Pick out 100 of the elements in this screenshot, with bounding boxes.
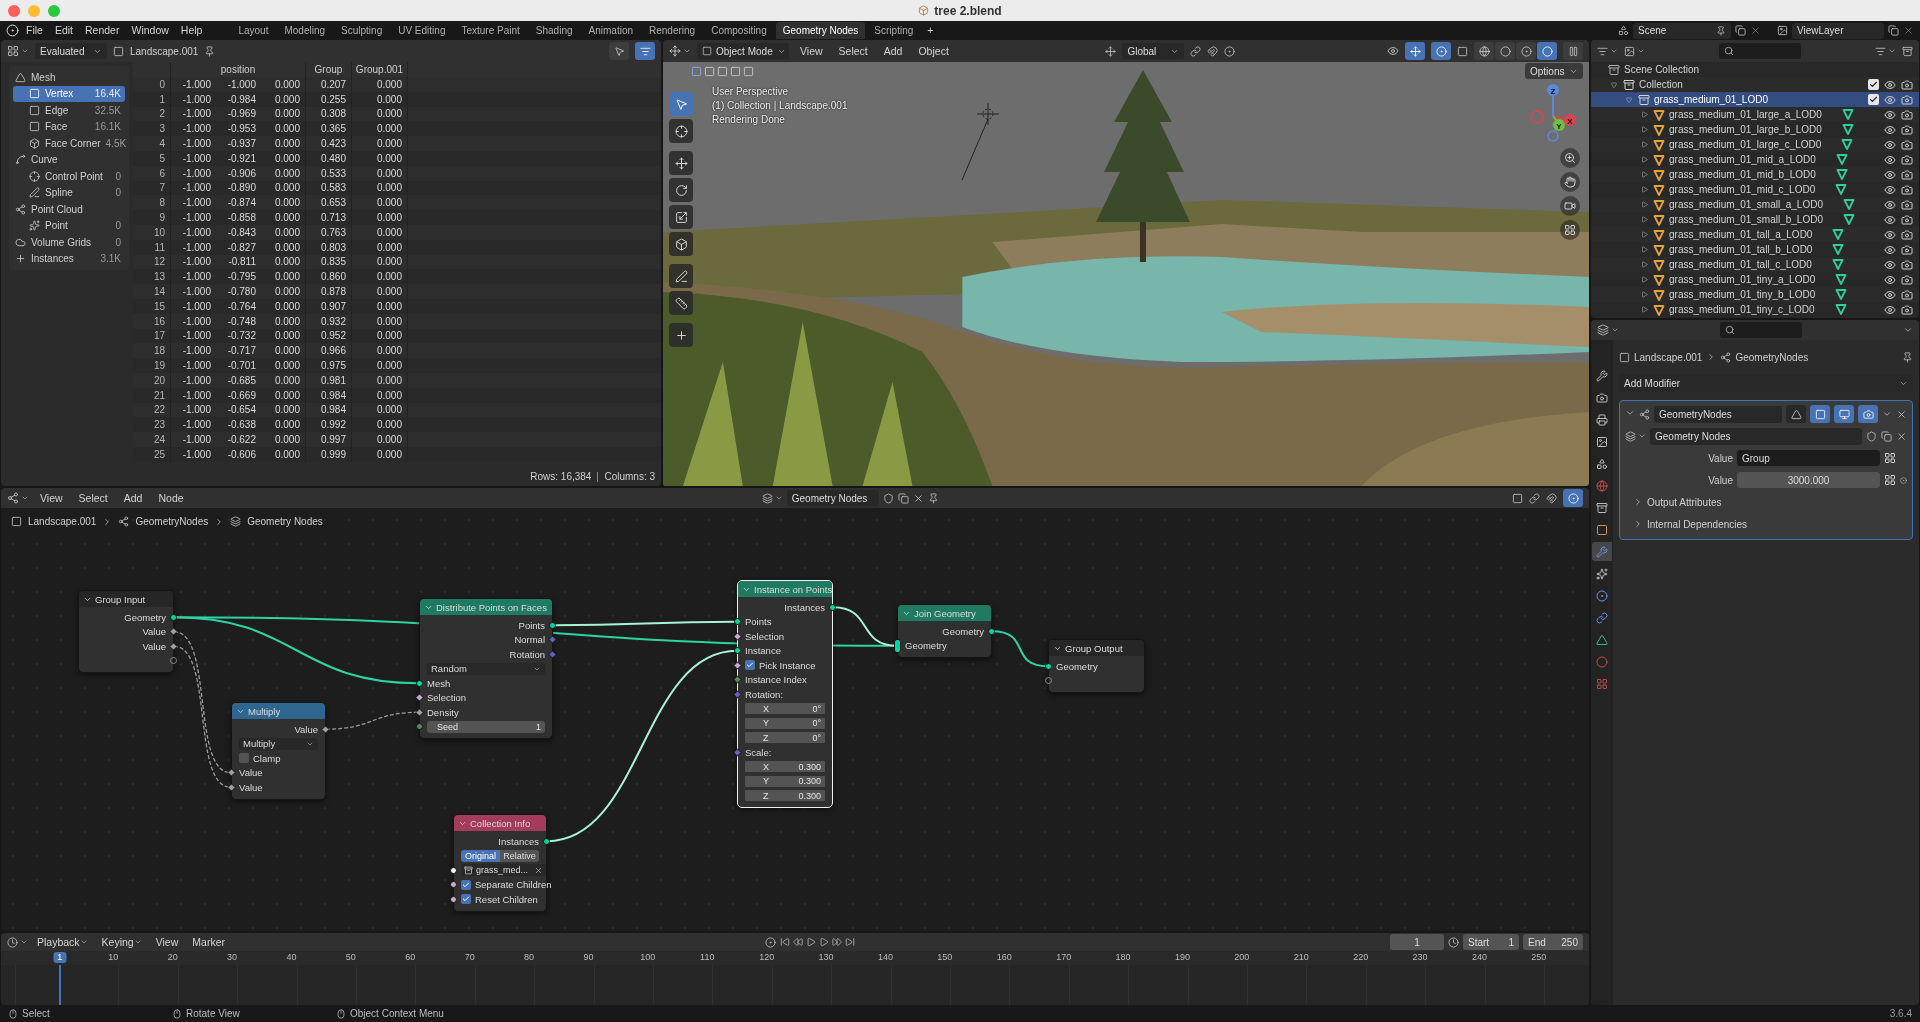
navigation-gizmo[interactable]: Z Y X [1523,80,1583,144]
number-field[interactable]: Seed 1 [427,720,545,733]
workspace-tab[interactable]: Animation [581,22,640,39]
domain-item[interactable]: Face 16.1K [13,118,125,135]
checkbox[interactable]: Clamp [239,752,281,764]
column-header[interactable]: Group [306,62,352,77]
dropdown[interactable]: Random [427,662,545,675]
menu-item[interactable]: Edit [49,22,78,39]
frame-number: 90 [582,952,595,963]
number-field[interactable]: Z 0.300 [745,790,825,802]
frame-number: 240 [1470,952,1488,963]
toggle-button[interactable]: Relative [500,849,539,862]
workspace-tab[interactable]: Sculpting [334,22,390,39]
breadcrumb-item[interactable]: Landscape.001 [1634,351,1703,363]
breadcrumb-item[interactable]: Landscape.001 [28,516,97,527]
number-field[interactable]: Z 0° [745,732,825,744]
add-modifier-dropdown[interactable]: Add Modifier [1619,374,1913,392]
domain-item[interactable]: Instances 3.1K [13,250,125,267]
domain-item[interactable]: Spline 0 [13,184,125,201]
socket-label: Value [239,767,263,779]
menu-item[interactable]: Window [126,22,174,39]
dropdown[interactable]: Multiply [239,737,318,750]
workspace-tab[interactable]: Texture Paint [454,22,527,39]
add-workspace-button[interactable]: + [922,22,939,39]
outliner-row[interactable]: grass_medium_01_LOD0 [1591,92,1919,107]
object-name: Landscape.001 [130,45,199,57]
number-field[interactable]: Y 0.300 [745,775,825,787]
frame-number: 60 [404,952,417,963]
number-field[interactable]: X 0.300 [745,761,825,773]
menu-item[interactable]: Select [73,489,113,507]
checkbox[interactable]: Reset Children [461,893,538,905]
number-field[interactable]: X 0° [745,703,825,715]
domain-item[interactable]: Control Point 0 [13,168,125,185]
frame-number: 120 [758,952,776,963]
socket-label: Value [142,626,166,638]
text-field[interactable]: Geometry Nodes [1650,427,1862,445]
workspace-tab[interactable]: Geometry Nodes [775,22,866,39]
menu-item[interactable]: Keying [96,933,147,951]
column-header[interactable]: position [171,62,306,77]
workspace-tab[interactable]: Layout [231,22,276,39]
text-field[interactable]: Group [1737,450,1880,466]
frame-number: 160 [995,952,1013,963]
number-field[interactable]: 3000.000 [1737,472,1880,488]
domain-item[interactable]: Volume Grids 0 [13,234,125,251]
menu-item[interactable]: Select [833,42,873,60]
workspace-tab[interactable]: UV Editing [391,22,453,39]
domain-item[interactable]: Edge 32.5K [13,102,125,119]
menu-item[interactable]: Marker [187,933,230,951]
node-title: Distribute Points on Faces [436,601,547,613]
number-field[interactable]: Y 0° [745,717,825,729]
menu-item[interactable]: File [21,22,48,39]
property-label: Value [1707,474,1733,486]
menu-item[interactable]: Help [175,22,208,39]
dropdown[interactable]: Evaluated [35,43,107,59]
node-title: Multiply [248,705,281,717]
menu-item[interactable]: View [150,933,184,951]
node-card[interactable]: Group Output Geometry [1048,639,1145,693]
view-layer-field[interactable]: ViewLayer [1792,22,1884,39]
menu-item[interactable]: Add [878,42,908,60]
section-header[interactable]: Output Attributes [1625,493,1907,511]
breadcrumb-item[interactable]: GeometryNodes [1735,351,1809,363]
node-title: Instance on Points [754,583,832,595]
column-header[interactable]: Group.001 [352,62,408,77]
checkbox[interactable]: Pick Instance [745,659,816,671]
text-field[interactable]: GeometryNodes [1654,405,1782,423]
domain-item[interactable]: Point 0 [13,217,125,234]
socket-label: Value [294,723,318,735]
menu-item[interactable]: View [35,489,68,507]
collection-field[interactable]: grass_med... [461,864,547,877]
menu-item[interactable]: Playback [32,933,93,951]
menu-item[interactable]: Render [80,22,125,39]
node-card[interactable]: Join Geometry Geometry Geometry [897,604,992,658]
socket-label: Selection [427,692,467,704]
workspace-tab[interactable]: Scripting [867,22,921,39]
section-header[interactable]: Internal Dependencies [1625,515,1907,533]
workspace-tab[interactable]: Compositing [704,22,774,39]
end-frame-field[interactable]: End 250 [1523,934,1583,950]
start-frame-field[interactable]: Start 1 [1463,934,1519,950]
menu-item[interactable]: View [795,42,828,60]
scene-field[interactable]: Scene [1633,22,1731,39]
breadcrumb-item[interactable]: GeometryNodes [135,516,209,527]
node-title: Join Geometry [914,607,976,619]
workspace-tab[interactable]: Modeling [277,22,333,39]
frame-field[interactable]: 1 [1390,934,1444,950]
frame-number: 130 [817,952,835,963]
workspace-tab[interactable]: Shading [528,22,580,39]
text-field[interactable]: Geometry Nodes [786,490,879,506]
toggle-button[interactable]: Original [461,849,500,862]
breadcrumb-item[interactable]: Geometry Nodes [247,516,323,527]
row-count: Rows: 16,384 [530,471,592,482]
domain-item[interactable]: Vertex 16.4K [13,85,125,102]
options-dropdown[interactable]: Options [1525,63,1583,79]
orientation-dropdown[interactable]: Global [1122,43,1185,59]
menu-item[interactable]: Object [913,42,954,60]
status-text: Object Context Menu [350,1008,444,1019]
workspace-tab[interactable]: Rendering [642,22,703,39]
domain-item[interactable]: Face Corner 4.5K [13,135,125,152]
menu-item[interactable]: Node [153,489,189,507]
menu-item[interactable]: Add [118,489,148,507]
mode-dropdown[interactable]: Object Mode [697,43,789,59]
